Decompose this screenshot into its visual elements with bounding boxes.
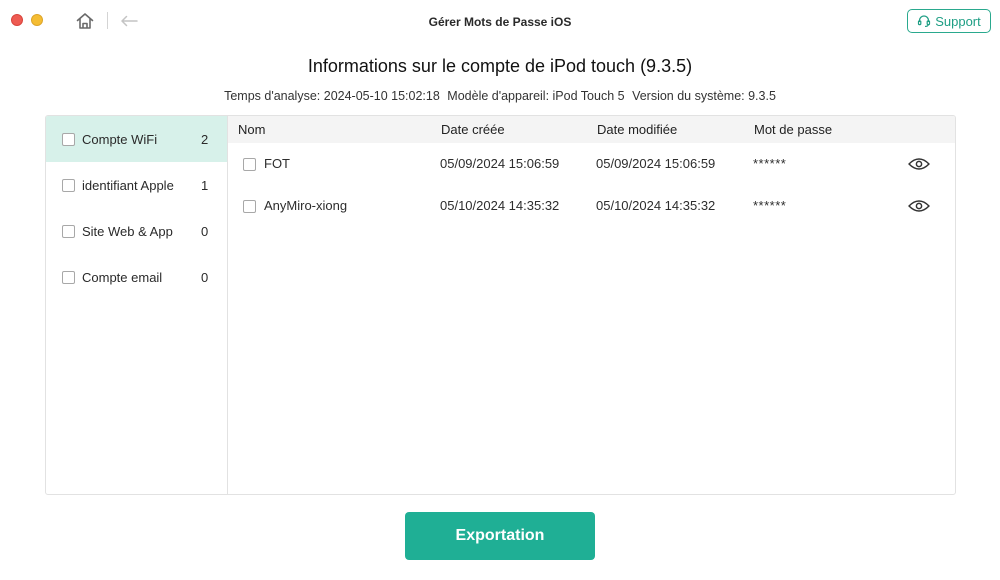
eye-icon — [908, 158, 930, 170]
sidebar-item-count: 0 — [201, 223, 209, 239]
device-model: Modèle d'appareil: iPod Touch 5 — [447, 89, 625, 103]
sidebar-item-website-app[interactable]: Site Web & App 0 — [46, 208, 227, 254]
show-password-button[interactable] — [907, 197, 931, 215]
headset-icon — [918, 15, 931, 27]
cell-modified: 05/10/2024 14:35:32 — [596, 198, 716, 213]
support-button[interactable]: Support — [907, 9, 991, 33]
checkbox[interactable] — [62, 224, 75, 238]
checkbox[interactable] — [62, 178, 75, 192]
table-row[interactable]: AnyMiro-xiong 05/10/2024 14:35:32 05/10/… — [228, 185, 955, 227]
system-version: Version du système: 9.3.5 — [632, 89, 776, 103]
accounts-table: Nom Date créée Date modifiée Mot de pass… — [228, 116, 955, 494]
column-header-created[interactable]: Date créée — [441, 122, 505, 137]
row-checkbox[interactable] — [243, 200, 256, 213]
sidebar-item-count: 2 — [201, 131, 209, 147]
cell-name: AnyMiro-xiong — [264, 198, 348, 213]
table-header: Nom Date créée Date modifiée Mot de pass… — [228, 116, 955, 143]
row-checkbox[interactable] — [243, 158, 256, 171]
column-header-name[interactable]: Nom — [238, 122, 265, 137]
export-button[interactable]: Exportation — [405, 512, 595, 560]
cell-created: 05/10/2024 14:35:32 — [440, 198, 560, 213]
window-title: Gérer Mots de Passe iOS — [428, 15, 572, 29]
sidebar-item-label: Compte WiFi — [82, 131, 158, 147]
checkbox[interactable] — [62, 270, 75, 284]
support-label: Support — [935, 13, 981, 29]
sidebar-item-label: identifiant Apple — [82, 177, 174, 193]
eye-icon — [908, 200, 930, 212]
accounts-panel: Compte WiFi 2 identifiant Apple 1 Site W… — [45, 115, 956, 495]
app-window: Gérer Mots de Passe iOS Support Informat… — [0, 0, 1000, 580]
cell-created: 05/09/2024 15:06:59 — [440, 156, 560, 171]
column-header-password[interactable]: Mot de passe — [754, 122, 832, 137]
sidebar-item-count: 1 — [201, 177, 209, 193]
column-header-modified[interactable]: Date modifiée — [597, 122, 677, 137]
device-info: Temps d'analyse: 2024-05-10 15:02:18 Mod… — [0, 89, 1000, 103]
category-sidebar: Compte WiFi 2 identifiant Apple 1 Site W… — [46, 116, 228, 494]
show-password-button[interactable] — [907, 155, 931, 173]
cell-password: ****** — [753, 198, 787, 213]
cell-name: FOT — [264, 156, 290, 171]
sidebar-item-label: Compte email — [82, 269, 163, 285]
page-title: Informations sur le compte de iPod touch… — [307, 56, 693, 76]
sidebar-item-label: Site Web & App — [82, 223, 173, 239]
sidebar-item-count: 0 — [201, 269, 209, 285]
sidebar-item-apple-id[interactable]: identifiant Apple 1 — [46, 162, 227, 208]
sidebar-item-wifi[interactable]: Compte WiFi 2 — [46, 116, 227, 162]
checkbox[interactable] — [62, 132, 75, 146]
cell-password: ****** — [753, 156, 787, 171]
sidebar-item-email[interactable]: Compte email 0 — [46, 254, 227, 300]
table-row[interactable]: FOT 05/09/2024 15:06:59 05/09/2024 15:06… — [228, 143, 955, 185]
analysis-time: Temps d'analyse: 2024-05-10 15:02:18 — [224, 89, 440, 103]
title-bar: Gérer Mots de Passe iOS Support — [0, 0, 1000, 44]
cell-modified: 05/09/2024 15:06:59 — [596, 156, 716, 171]
